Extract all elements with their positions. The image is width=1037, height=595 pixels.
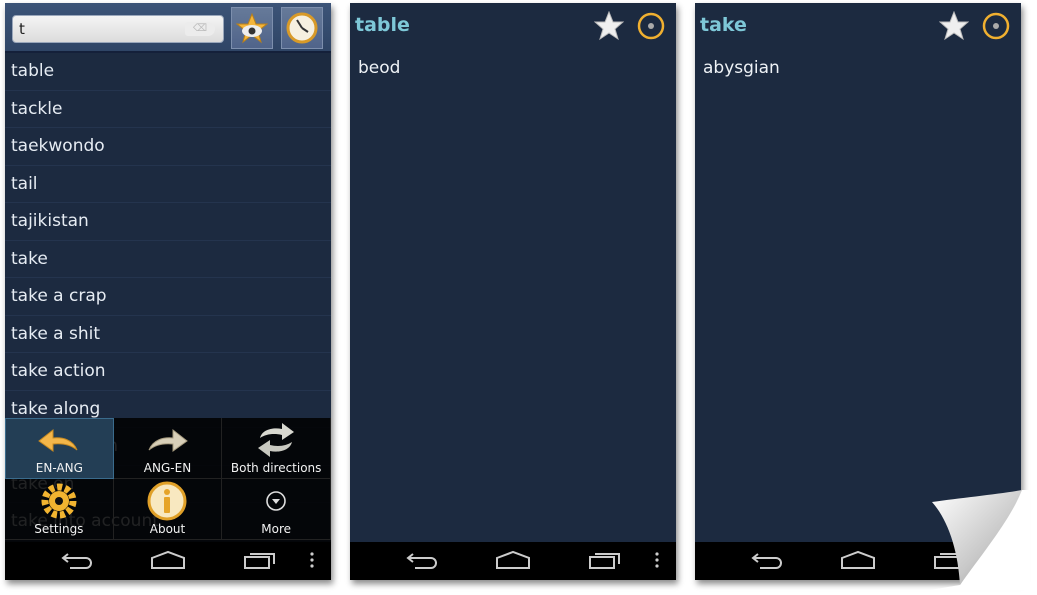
page-curl-decoration (930, 490, 1030, 590)
overflow-menu-button[interactable] (653, 550, 661, 570)
gear-icon (41, 483, 77, 519)
search-bar: ⌫ (5, 3, 331, 53)
word-title: take (700, 14, 747, 36)
menu-label: Both directions (230, 461, 322, 475)
arrow-right-icon (149, 428, 189, 452)
menu-label: About (149, 522, 186, 536)
translation-text: abysgian (703, 58, 780, 78)
back-button[interactable] (750, 550, 784, 570)
menu-item-ang-en[interactable]: ANG-EN (113, 418, 223, 479)
audio-icon (637, 12, 665, 40)
menu-item-both-directions[interactable]: Both directions (222, 418, 331, 479)
list-item[interactable]: taekwondo (5, 128, 331, 166)
play-audio-button[interactable] (636, 11, 666, 45)
word-title: table (355, 14, 410, 36)
favorites-button[interactable] (231, 7, 273, 49)
back-icon (61, 553, 92, 569)
menu-label: More (261, 522, 292, 536)
home-icon (151, 550, 185, 569)
back-icon (751, 553, 782, 569)
overflow-menu-button[interactable] (308, 550, 316, 570)
chevron-down-circle-icon (266, 491, 286, 511)
star-icon (938, 10, 970, 41)
detail-header: take (695, 3, 1021, 49)
list-item[interactable]: take a crap (5, 278, 331, 316)
list-item[interactable]: tackle (5, 91, 331, 128)
home-icon (841, 550, 875, 569)
audio-icon (982, 12, 1010, 40)
translation-screen-table: table beod (350, 3, 676, 580)
home-icon (496, 550, 530, 569)
menu-item-en-ang[interactable]: EN-ANG (5, 418, 114, 479)
translation-text: beod (358, 58, 401, 78)
history-button[interactable] (281, 7, 323, 49)
list-item[interactable]: take (5, 241, 331, 278)
play-audio-button[interactable] (981, 11, 1011, 45)
clear-search-button[interactable]: ⌫ (185, 22, 215, 36)
both-directions-icon (258, 423, 295, 457)
favorites-star-eye-icon (236, 12, 268, 44)
home-button[interactable] (840, 550, 876, 570)
list-item[interactable]: tail (5, 166, 331, 203)
menu-item-more[interactable]: More (222, 479, 331, 540)
list-item[interactable]: take action (5, 353, 331, 391)
overflow-menu-icon (310, 552, 314, 568)
history-clock-icon (286, 12, 318, 44)
menu-label: EN-ANG (35, 461, 83, 475)
menu-label: Settings (34, 522, 84, 536)
add-favorite-button[interactable] (938, 10, 970, 45)
recent-apps-button[interactable] (243, 550, 277, 570)
add-favorite-button[interactable] (593, 10, 625, 45)
arrow-left-icon (38, 428, 78, 452)
list-item[interactable]: tajikistan (5, 203, 331, 241)
system-navbar (5, 542, 331, 580)
recent-apps-icon (589, 553, 620, 569)
recent-apps-button[interactable] (588, 550, 622, 570)
detail-header: table (350, 3, 676, 49)
overflow-menu-icon (655, 552, 659, 568)
menu-label: ANG-EN (143, 461, 192, 475)
back-button[interactable] (60, 550, 94, 570)
system-navbar (350, 542, 676, 580)
menu-item-about[interactable]: About (113, 479, 223, 540)
list-item[interactable]: table (5, 53, 331, 91)
back-icon (406, 553, 437, 569)
menu-item-settings[interactable]: Settings (5, 479, 114, 540)
home-button[interactable] (150, 550, 186, 570)
options-menu: EN-ANG ANG-EN Both directions Settings A… (5, 418, 331, 542)
info-icon (147, 481, 187, 521)
word-list-screen: ⌫ table tackle taekwondo tail tajikistan… (5, 3, 331, 580)
list-item[interactable]: take a shit (5, 316, 331, 353)
home-button[interactable] (495, 550, 531, 570)
star-icon (593, 10, 625, 41)
backspace-icon: ⌫ (192, 23, 208, 34)
back-button[interactable] (405, 550, 439, 570)
recent-apps-icon (244, 553, 275, 569)
